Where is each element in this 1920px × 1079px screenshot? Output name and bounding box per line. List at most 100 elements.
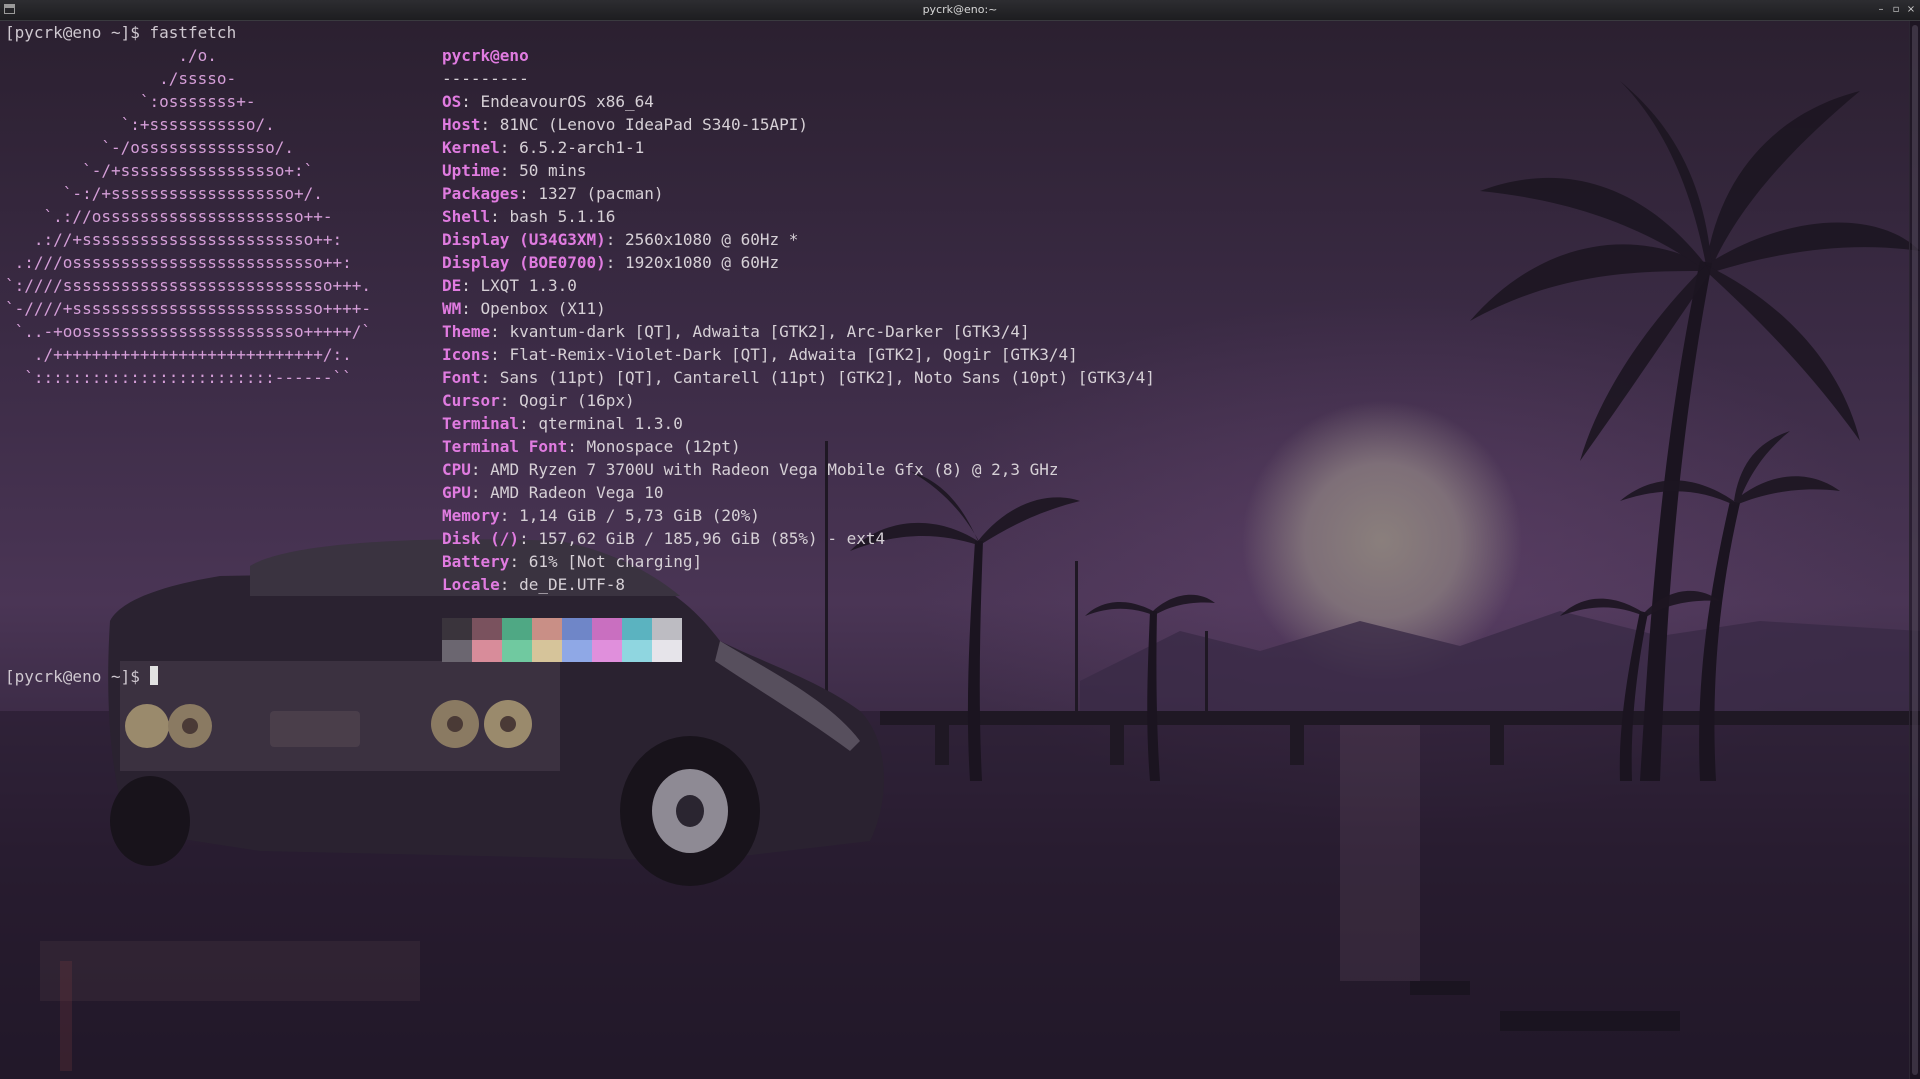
info-value: : AMD Radeon Vega 10 — [470, 483, 664, 502]
color-swatch — [562, 618, 592, 640]
maximize-button[interactable]: ▫ — [1891, 0, 1901, 20]
window-menu-icon[interactable] — [4, 4, 15, 14]
color-swatch — [502, 640, 532, 662]
info-label: Terminal Font — [442, 437, 568, 456]
scrollbar[interactable] — [1909, 21, 1920, 1079]
info-value: : qterminal 1.3.0 — [519, 414, 683, 433]
logo-line: `:::::::::::::::::::::::::------`` — [5, 368, 352, 387]
info-label: Locale — [442, 575, 500, 594]
info-row: Icons: Flat-Remix-Violet-Dark [QT], Adwa… — [442, 343, 1078, 366]
info-label: Terminal — [442, 414, 520, 433]
info-row: Host: 81NC (Lenovo IdeaPad S340-15API) — [442, 113, 808, 136]
info-row: Kernel: 6.5.2-arch1-1 — [442, 136, 644, 159]
info-label: Cursor — [442, 391, 500, 410]
logo-line: ./o. — [5, 46, 217, 65]
info-row: Battery: 61% [Not charging] — [442, 550, 702, 573]
info-value: : Monospace (12pt) — [567, 437, 741, 456]
info-value: : bash 5.1.16 — [490, 207, 616, 226]
info-label: Font — [442, 368, 481, 387]
scrollbar-thumb[interactable] — [1912, 25, 1918, 1075]
info-value: : 6.5.2-arch1-1 — [499, 138, 645, 157]
prompt: [pycrk@eno ~]$ — [5, 23, 150, 42]
color-swatch — [532, 618, 562, 640]
info-row: OS: EndeavourOS x86_64 — [442, 90, 654, 113]
info-value: : AMD Ryzen 7 3700U with Radeon Vega Mob… — [470, 460, 1059, 479]
info-label: WM — [442, 299, 462, 318]
info-label: Shell — [442, 207, 491, 226]
color-swatch — [592, 640, 622, 662]
close-button[interactable]: × — [1906, 0, 1916, 20]
info-label: GPU — [442, 483, 471, 502]
color-swatch — [442, 640, 472, 662]
color-swatch — [502, 618, 532, 640]
info-row: Uptime: 50 mins — [442, 159, 587, 182]
logo-line: `:////ssssssssssssssssssssssssssso+++. — [5, 276, 372, 295]
info-label: Theme — [442, 322, 491, 341]
minimize-button[interactable]: – — [1876, 0, 1886, 20]
info-value: : 157,62 GiB / 185,96 GiB (85%) - ext4 — [519, 529, 886, 548]
color-swatch — [622, 618, 652, 640]
terminal-output: [pycrk@eno ~]$ fastfetch ./o. ./sssso- `… — [0, 21, 1155, 686]
logo-line: ./sssso- — [5, 69, 237, 88]
info-row: CPU: AMD Ryzen 7 3700U with Radeon Vega … — [442, 458, 1059, 481]
title-bar[interactable]: pycrk@eno:~ – ▫ × — [0, 0, 1920, 21]
info-label: DE — [442, 276, 462, 295]
info-row: Memory: 1,14 GiB / 5,73 GiB (20%) — [442, 504, 760, 527]
color-palette — [442, 618, 682, 662]
info-row: WM: Openbox (X11) — [442, 297, 606, 320]
logo-line: `-////+ssssssssssssssssssssssssso++++- — [5, 299, 372, 318]
info-row: GPU: AMD Radeon Vega 10 — [442, 481, 664, 504]
info-value: : 50 mins — [499, 161, 587, 180]
info-label: Memory — [442, 506, 500, 525]
text-cursor — [149, 666, 158, 685]
logo-line: .://+ssssssssssssssssssssssso++: — [5, 230, 343, 249]
logo-line: `-/+sssssssssssssssso+:` — [5, 161, 314, 180]
info-value: : 2560x1080 @ 60Hz * — [605, 230, 799, 249]
logo-line: ./++++++++++++++++++++++++++++/:. — [5, 345, 352, 364]
command: fastfetch — [149, 23, 237, 42]
info-row: Terminal Font: Monospace (12pt) — [442, 435, 741, 458]
info-label: Icons — [442, 345, 491, 364]
logo-line: `..-+oosssssssssssssssssssssso+++++/` — [5, 322, 372, 341]
logo-line: `:osssssss+- — [5, 92, 256, 111]
info-label: Host — [442, 115, 481, 134]
color-swatch — [442, 618, 472, 640]
info-label: Display (U34G3XM) — [442, 230, 606, 249]
info-value: : Qogir (16px) — [499, 391, 635, 410]
color-swatch — [652, 618, 682, 640]
terminal-area[interactable]: [pycrk@eno ~]$ fastfetch ./o. ./sssso- `… — [0, 21, 1920, 1079]
info-row: Locale: de_DE.UTF-8 — [442, 573, 625, 596]
color-swatch — [592, 618, 622, 640]
color-swatch — [652, 640, 682, 662]
info-row: DE: LXQT 1.3.0 — [442, 274, 577, 297]
window-title: pycrk@eno:~ — [922, 3, 998, 16]
info-value: : 1327 (pacman) — [519, 184, 664, 203]
info-value: : 1,14 GiB / 5,73 GiB (20%) — [499, 506, 760, 525]
info-row: Theme: kvantum-dark [QT], Adwaita [GTK2]… — [442, 320, 1030, 343]
logo-line: `-:/+sssssssssssssssssso+/. — [5, 184, 323, 203]
color-swatch — [622, 640, 652, 662]
info-row: Packages: 1327 (pacman) — [442, 182, 664, 205]
info-label: Display (BOE0700) — [442, 253, 606, 272]
info-row: Display (U34G3XM): 2560x1080 @ 60Hz * — [442, 228, 798, 251]
info-value: : LXQT 1.3.0 — [461, 276, 577, 295]
info-value: : de_DE.UTF-8 — [499, 575, 626, 594]
terminal-window: pycrk@eno:~ – ▫ × [pycrk@eno ~]$ fastfet… — [0, 0, 1920, 1079]
info-row: Terminal: qterminal 1.3.0 — [442, 412, 683, 435]
prompt: [pycrk@eno ~]$ — [5, 667, 150, 686]
info-label: Kernel — [442, 138, 500, 157]
color-swatch — [562, 640, 592, 662]
logo-line: `.://osssssssssssssssssssso++- — [5, 207, 333, 226]
info-row: Font: Sans (11pt) [QT], Cantarell (11pt)… — [442, 366, 1155, 389]
info-label: Battery — [442, 552, 510, 571]
active-prompt-line[interactable]: [pycrk@eno ~]$ — [5, 665, 158, 688]
info-hostname: pycrk@eno — [442, 46, 529, 65]
info-value: : Sans (11pt) [QT], Cantarell (11pt) [GT… — [480, 368, 1155, 387]
info-row: Shell: bash 5.1.16 — [442, 205, 615, 228]
logo-line: `-/ossssssssssssso/. — [5, 138, 294, 157]
info-value: : Openbox (X11) — [461, 299, 606, 318]
info-value: : kvantum-dark [QT], Adwaita [GTK2], Arc… — [490, 322, 1030, 341]
info-value: : 1920x1080 @ 60Hz — [605, 253, 780, 272]
info-row: Cursor: Qogir (16px) — [442, 389, 635, 412]
info-row: Display (BOE0700): 1920x1080 @ 60Hz — [442, 251, 779, 274]
